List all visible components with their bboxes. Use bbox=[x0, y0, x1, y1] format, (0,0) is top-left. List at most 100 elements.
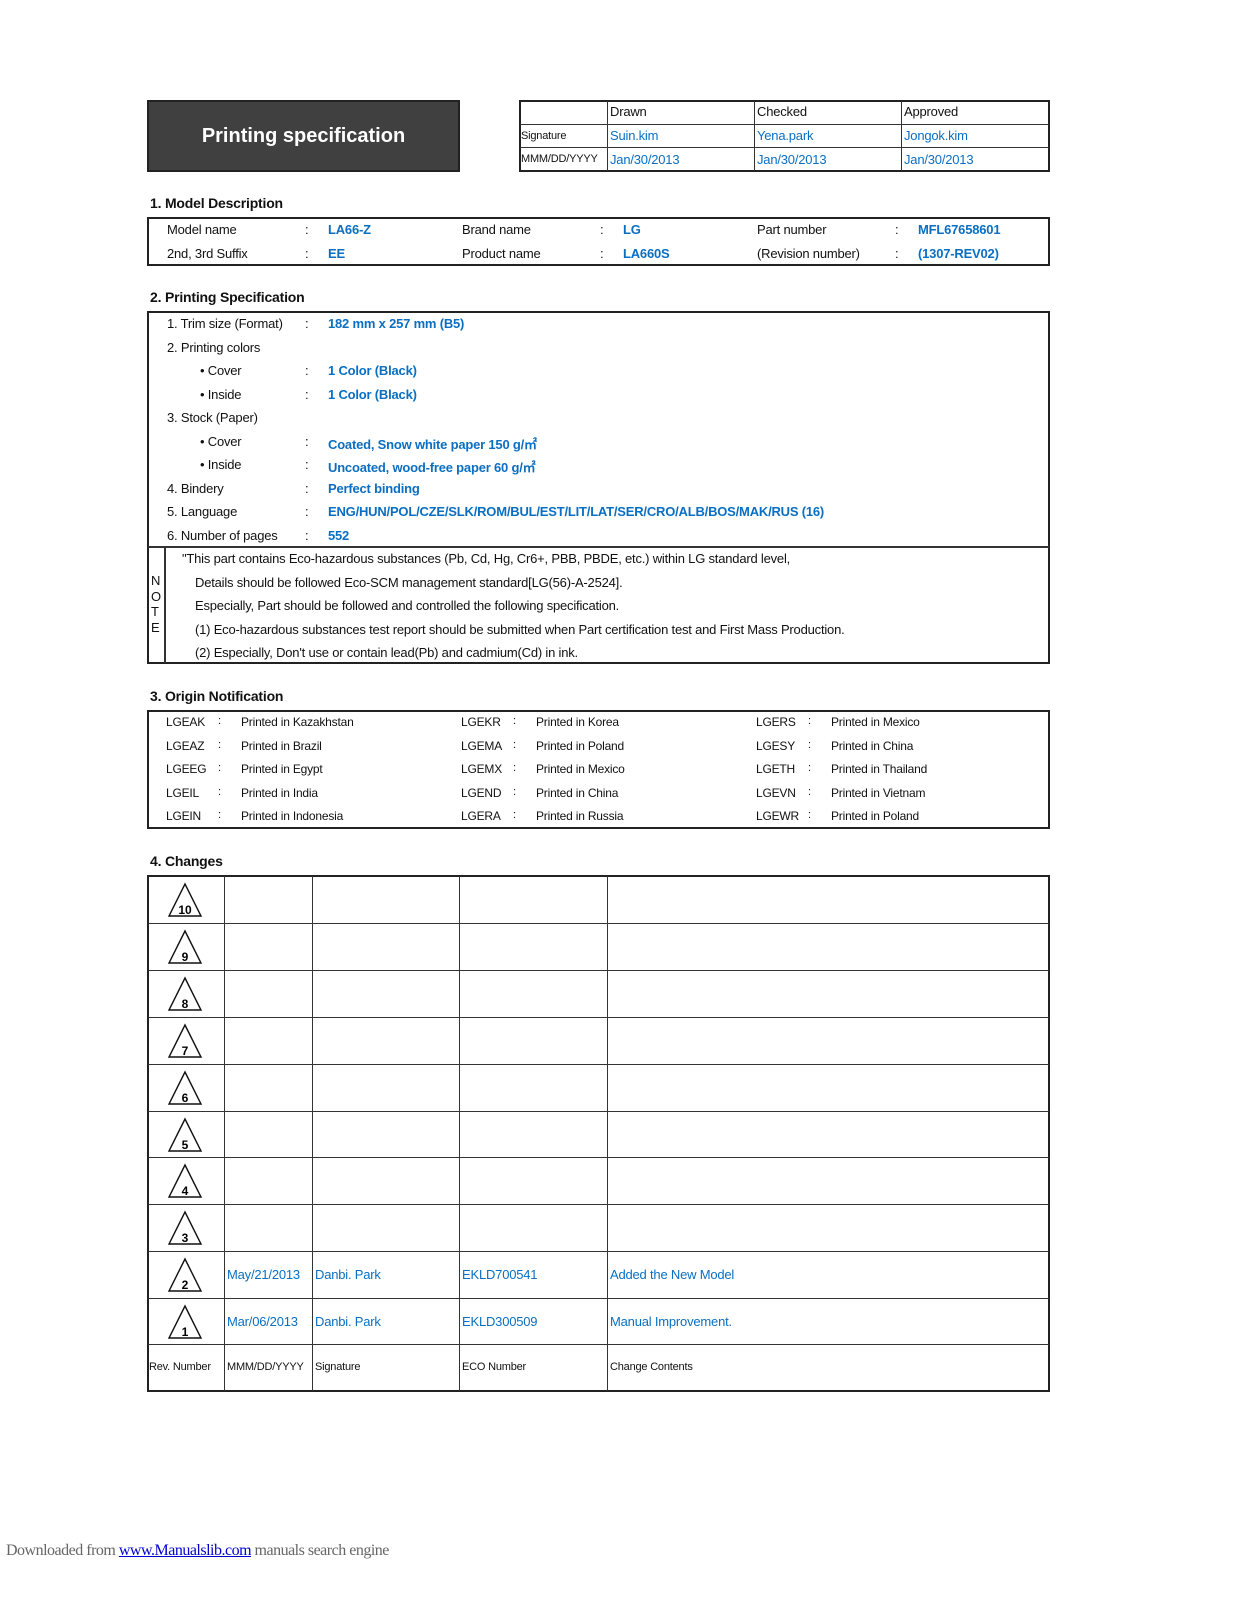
colon: : bbox=[305, 246, 309, 261]
changes-footer-label: Rev. Number bbox=[149, 1361, 211, 1373]
note-label-letter: O bbox=[151, 588, 161, 604]
colon: : bbox=[808, 738, 811, 751]
divider bbox=[224, 876, 225, 1391]
spec-value: 552 bbox=[328, 527, 350, 543]
colon: : bbox=[305, 316, 309, 331]
changes-footer-label: Change Contents bbox=[610, 1361, 693, 1373]
model-description-box bbox=[147, 217, 1050, 266]
colon: : bbox=[513, 809, 516, 821]
divider bbox=[148, 1157, 1049, 1159]
field-label: Model name bbox=[167, 222, 237, 237]
origin-country: Printed in Egypt bbox=[241, 762, 323, 776]
spec-value: Perfect binding bbox=[328, 480, 420, 496]
divider bbox=[148, 969, 1049, 971]
colon: : bbox=[895, 222, 899, 237]
revision-triangle-icon: 5 bbox=[167, 1116, 203, 1152]
colon: : bbox=[305, 363, 309, 378]
field-value: MFL67658601 bbox=[918, 222, 1001, 237]
divider bbox=[607, 101, 608, 171]
divider bbox=[148, 1344, 1049, 1345]
field-value: EE bbox=[328, 246, 345, 261]
change-eco-number: EKLD700541 bbox=[462, 1267, 538, 1283]
note-line: (1) Eco-hazardous substances test report… bbox=[195, 621, 845, 637]
revision-number: 8 bbox=[182, 997, 189, 1011]
changes-footer-label: Signature bbox=[315, 1361, 361, 1373]
spec-value: Uncoated, wood-free paper 60 g/㎡ bbox=[328, 460, 536, 475]
spec-label: 4. Bindery bbox=[167, 480, 224, 496]
origin-code: LGEKR bbox=[461, 715, 501, 729]
divider bbox=[148, 1110, 1049, 1112]
approval-date: Jan/30/2013 bbox=[904, 152, 974, 167]
spec-label: • Inside bbox=[200, 457, 242, 472]
revision-number: 9 bbox=[182, 950, 189, 964]
note-label-letter: N bbox=[151, 573, 161, 588]
approval-signature: Suin.kim bbox=[610, 128, 659, 143]
origin-country: Printed in Brazil bbox=[241, 738, 322, 753]
field-label: Product name bbox=[462, 246, 541, 261]
origin-code: LGESY bbox=[756, 738, 796, 753]
colon: : bbox=[513, 785, 516, 798]
spec-value: ENG/HUN/POL/CZE/SLK/ROM/BUL/EST/LIT/LAT/… bbox=[328, 504, 825, 519]
revision-triangle-icon: 10 bbox=[167, 882, 203, 917]
spec-label: 3. Stock (Paper) bbox=[167, 410, 258, 425]
note-line: Details should be followed Eco-SCM manag… bbox=[195, 574, 623, 590]
section-heading: 1. Model Description bbox=[150, 195, 283, 211]
divider bbox=[164, 547, 166, 663]
approval-row-label: MMM/DD/YYYY bbox=[521, 153, 598, 165]
approval-signature: Jongok.kim bbox=[904, 128, 968, 143]
colon: : bbox=[808, 715, 811, 727]
origin-country: Printed in China bbox=[831, 738, 914, 753]
origin-code: LGERS bbox=[756, 715, 796, 729]
field-label: Brand name bbox=[462, 222, 531, 237]
field-label: Part number bbox=[757, 222, 827, 237]
changes-footer-label: MMM/DD/YYYY bbox=[227, 1361, 304, 1373]
download-watermark: Downloaded from www.Manualslib.com manua… bbox=[6, 1542, 389, 1560]
approval-row-label: Signature bbox=[521, 130, 567, 142]
section-heading: 3. Origin Notification bbox=[150, 688, 284, 704]
colon: : bbox=[218, 715, 221, 727]
change-content: Added the New Model bbox=[610, 1267, 735, 1283]
colon: : bbox=[808, 762, 811, 774]
origin-country: Printed in Mexico bbox=[536, 762, 625, 776]
change-signature: Danbi. Park bbox=[315, 1314, 381, 1330]
origin-country: Printed in Vietnam bbox=[831, 785, 926, 800]
spec-label: 6. Number of pages bbox=[167, 527, 278, 543]
origin-country: Printed in Poland bbox=[536, 738, 624, 753]
spec-value: 1 Color (Black) bbox=[328, 363, 417, 378]
colon: : bbox=[808, 785, 811, 798]
field-label: 2nd, 3rd Suffix bbox=[167, 246, 248, 261]
divider bbox=[901, 101, 902, 171]
colon: : bbox=[218, 762, 221, 774]
watermark-suffix: manuals search engine bbox=[251, 1542, 390, 1559]
revision-triangle-icon: 1 bbox=[167, 1304, 203, 1339]
revision-number: 3 bbox=[182, 1231, 189, 1245]
origin-code: LGEMX bbox=[461, 762, 503, 776]
field-label: (Revision number) bbox=[757, 246, 860, 261]
colon: : bbox=[218, 809, 221, 821]
revision-number: 1 bbox=[182, 1325, 189, 1339]
colon: : bbox=[218, 738, 221, 751]
manualslib-link[interactable]: www.Manualslib.com bbox=[119, 1542, 252, 1559]
revision-number: 4 bbox=[182, 1184, 189, 1198]
note-label-letter: E bbox=[151, 619, 160, 635]
change-eco-number: EKLD300509 bbox=[462, 1314, 538, 1330]
origin-country: Printed in Kazakhstan bbox=[241, 715, 354, 729]
revision-number: 5 bbox=[182, 1138, 189, 1152]
note-line: Especially, Part should be followed and … bbox=[195, 598, 620, 613]
colon: : bbox=[305, 480, 309, 496]
colon: : bbox=[600, 246, 604, 261]
colon: : bbox=[305, 386, 309, 402]
colon: : bbox=[305, 433, 309, 449]
revision-triangle-icon: 9 bbox=[167, 929, 203, 964]
origin-code: LGEMA bbox=[461, 738, 503, 753]
document-title: Printing specification bbox=[147, 100, 460, 172]
spec-label: • Inside bbox=[200, 386, 242, 402]
origin-code: LGEAZ bbox=[166, 738, 205, 753]
revision-triangle-icon: 3 bbox=[167, 1210, 203, 1245]
divider bbox=[148, 1298, 1049, 1300]
colon: : bbox=[513, 715, 516, 727]
divider bbox=[148, 922, 1049, 924]
spec-value: Coated, Snow white paper 150 g/㎡ bbox=[328, 436, 537, 452]
divider bbox=[607, 876, 608, 1391]
field-value: LA66-Z bbox=[328, 222, 371, 237]
